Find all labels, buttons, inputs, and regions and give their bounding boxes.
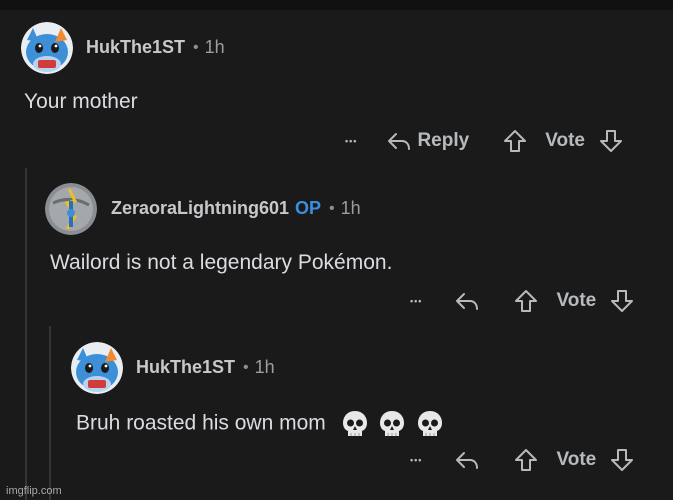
- skull-emoji-icon: [418, 411, 443, 436]
- vote-count: Vote: [556, 449, 597, 470]
- comment-text: Bruh roasted his own mom: [76, 410, 443, 438]
- timestamp[interactable]: 1h: [255, 357, 275, 378]
- downvote-button[interactable]: [610, 289, 634, 313]
- mudkip-avatar-icon: [71, 342, 123, 394]
- separator-dot: •: [243, 358, 249, 376]
- comment-header: HukThe1ST • 1h: [86, 37, 225, 58]
- reply-button[interactable]: [454, 450, 480, 470]
- mudkip-avatar-icon: [21, 22, 73, 74]
- comment-actions: ••• Vote: [410, 286, 634, 316]
- username[interactable]: HukThe1ST: [136, 357, 235, 378]
- comment-header: ZeraoraLightning601 OP • 1h: [111, 198, 361, 219]
- imgflip-watermark: imgflip.com: [6, 485, 62, 497]
- downvote-button[interactable]: [599, 129, 623, 153]
- vote-count: Vote: [556, 290, 597, 311]
- avatar[interactable]: [45, 183, 97, 235]
- username[interactable]: ZeraoraLightning601: [111, 198, 289, 219]
- skull-emoji-icon: [342, 411, 367, 436]
- downvote-arrow-icon: [611, 290, 634, 312]
- upvote-button[interactable]: [514, 289, 538, 313]
- comment-text-words: Bruh roasted his own mom: [76, 411, 326, 435]
- upvote-button[interactable]: [514, 448, 538, 472]
- skull-emoji-icon: [380, 411, 405, 436]
- upvote-arrow-icon: [504, 130, 527, 152]
- more-options-button[interactable]: •••: [410, 455, 422, 465]
- upvote-arrow-icon: [515, 449, 538, 471]
- downvote-button[interactable]: [610, 448, 634, 472]
- reply-arrow-icon: [456, 293, 479, 310]
- timestamp[interactable]: 1h: [341, 198, 361, 219]
- thread-line-level-1[interactable]: [25, 168, 27, 500]
- more-options-button[interactable]: •••: [410, 296, 422, 306]
- comment-actions: ••• Reply Vote: [345, 126, 623, 156]
- separator-dot: •: [329, 199, 335, 217]
- top-edge: [0, 0, 673, 10]
- reply-label: Reply: [417, 130, 470, 151]
- reply-arrow-icon: [387, 131, 411, 151]
- more-options-button[interactable]: •••: [345, 136, 357, 146]
- downvote-arrow-icon: [611, 449, 634, 471]
- op-badge: OP: [295, 198, 322, 218]
- comment-header: HukThe1ST • 1h: [136, 357, 275, 378]
- zeraora-avatar-icon: [45, 183, 97, 235]
- comment-text: Wailord is not a legendary Pokémon.: [50, 251, 393, 274]
- separator-dot: •: [193, 38, 199, 56]
- reply-button[interactable]: Reply: [387, 130, 469, 152]
- downvote-arrow-icon: [599, 130, 622, 152]
- vote-count: Vote: [545, 130, 585, 151]
- upvote-button[interactable]: [503, 129, 527, 153]
- username[interactable]: HukThe1ST: [86, 37, 185, 58]
- avatar[interactable]: [21, 22, 73, 74]
- comment-text: Your mother: [24, 90, 138, 113]
- comment-actions: ••• Vote: [410, 445, 634, 475]
- reply-arrow-icon: [456, 452, 479, 469]
- thread-line-level-2[interactable]: [49, 326, 51, 500]
- timestamp[interactable]: 1h: [205, 37, 225, 58]
- reply-button[interactable]: [454, 291, 480, 311]
- upvote-arrow-icon: [515, 290, 538, 312]
- skull-emoji-group: [336, 411, 444, 436]
- avatar[interactable]: [71, 342, 123, 394]
